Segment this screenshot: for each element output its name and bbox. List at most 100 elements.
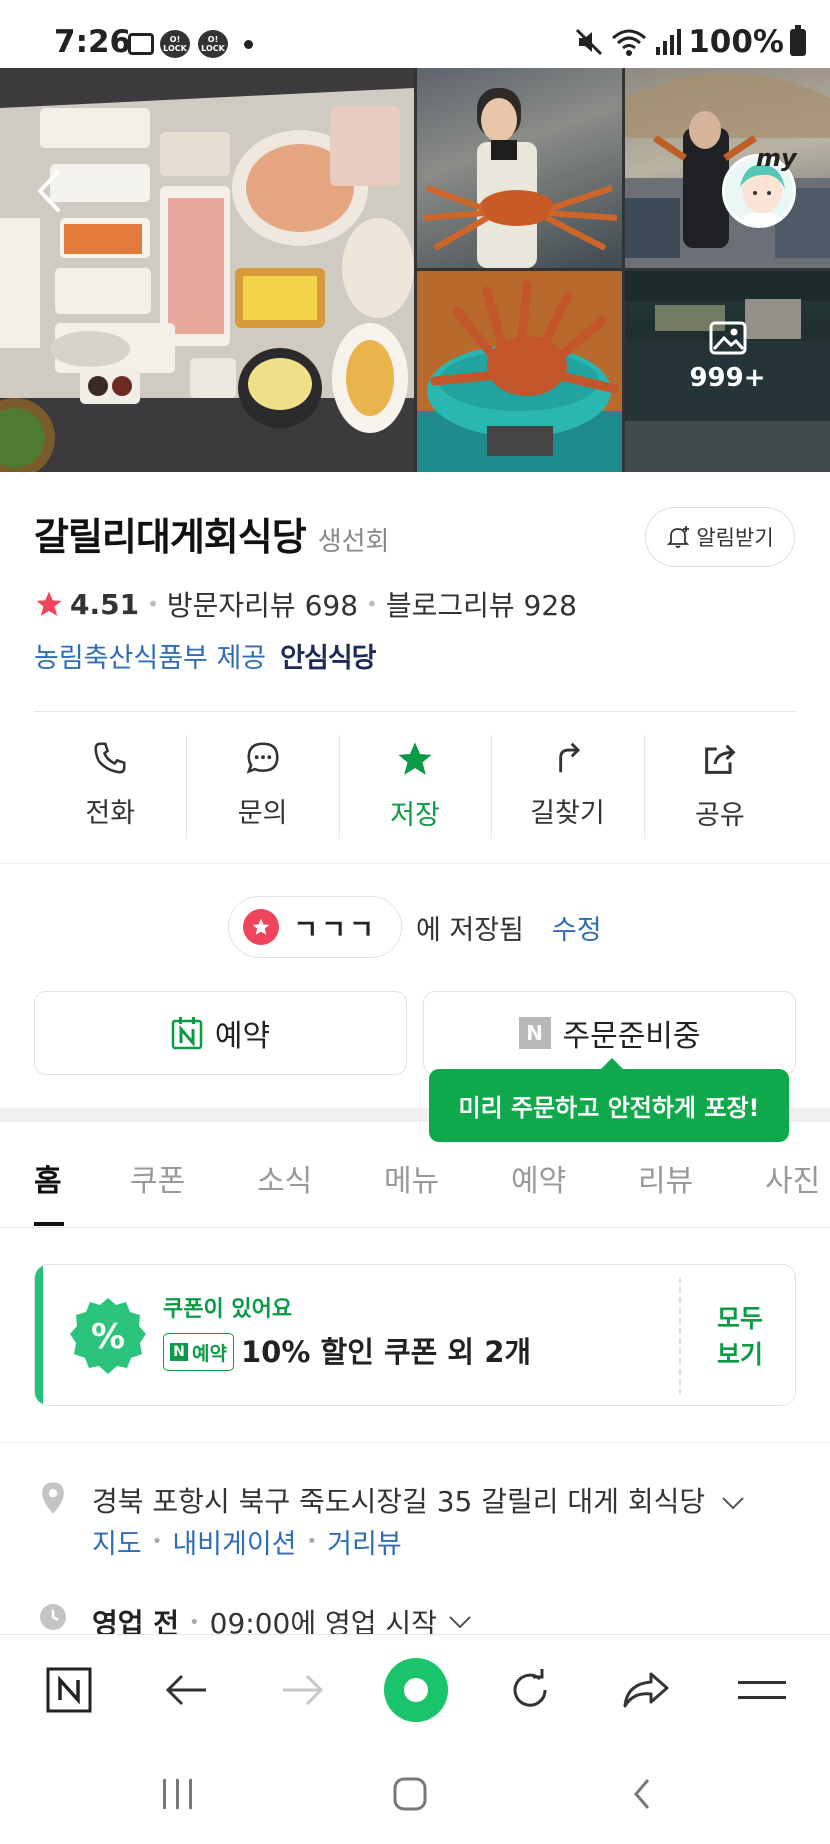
back-arrow-icon xyxy=(165,1674,206,1706)
back-chevron-icon[interactable] xyxy=(30,166,70,216)
action-bar: 전화 문의 저장 길찾기 공유 xyxy=(34,735,796,843)
save-label: 저장 xyxy=(390,800,440,831)
photo-man-with-crab[interactable] xyxy=(417,68,622,268)
menu-button[interactable] xyxy=(707,1635,817,1745)
chevron-down-icon[interactable] xyxy=(447,1613,473,1631)
system-back-button[interactable] xyxy=(587,1744,697,1844)
share-button[interactable]: 공유 xyxy=(643,735,796,843)
photo-gallery[interactable]: 999+ my xyxy=(0,68,830,472)
olock-icon: O! LOCK xyxy=(198,30,228,58)
rating-row: 4.51 • 방문자리뷰 698 • 블로그리뷰 928 xyxy=(34,584,577,624)
tab-reservation[interactable]: 예약 xyxy=(511,1156,566,1200)
refresh-button[interactable] xyxy=(475,1635,585,1745)
saved-list-row: ㄱㄱㄱ 에 저장됨 수정 xyxy=(0,896,830,958)
coupon-view-all[interactable]: 모두 보기 xyxy=(700,1301,780,1373)
naver-n-icon: N xyxy=(518,1017,551,1049)
forward-button[interactable] xyxy=(248,1635,358,1745)
green-dot-icon xyxy=(384,1658,448,1722)
order-label: 주문준비중 xyxy=(562,1019,701,1054)
tab-menu[interactable]: 메뉴 xyxy=(384,1156,439,1200)
image-icon xyxy=(709,321,746,355)
tab-bar: 홈 쿠폰 소식 메뉴 예약 리뷰 사진 xyxy=(0,1122,830,1228)
inquiry-label: 문의 xyxy=(237,798,288,829)
saved-list-chip[interactable]: ㄱㄱㄱ xyxy=(228,896,402,958)
saved-status-text: 에 저장됨 xyxy=(415,914,524,946)
recents-button[interactable] xyxy=(123,1744,233,1844)
battery-text: 100% xyxy=(688,24,784,60)
inquiry-button[interactable]: 문의 xyxy=(186,735,338,843)
save-button[interactable]: 저장 xyxy=(338,735,491,843)
bell-plus-icon xyxy=(667,526,690,548)
divider xyxy=(0,1442,830,1443)
star-icon xyxy=(398,742,432,775)
phone-icon xyxy=(94,742,126,774)
main-photo[interactable] xyxy=(0,68,414,472)
location-pin-icon xyxy=(42,1482,64,1514)
alarm-subscribe-label: 알림받기 xyxy=(696,526,774,550)
tab-photos[interactable]: 사진 xyxy=(765,1156,820,1200)
blog-reviews-link[interactable]: 블로그리뷰 928 xyxy=(386,584,577,624)
alarm-subscribe-button[interactable]: 알림받기 xyxy=(645,507,795,567)
call-label: 전화 xyxy=(85,798,136,829)
status-time: 7:26 xyxy=(54,24,132,60)
forward-arrow-icon xyxy=(283,1674,324,1706)
mute-icon xyxy=(576,28,603,56)
directions-button[interactable]: 길찾기 xyxy=(491,735,643,843)
map-link[interactable]: 지도 xyxy=(92,1522,142,1561)
photo-market-alley[interactable] xyxy=(625,68,830,268)
menu-icon xyxy=(738,1681,786,1699)
system-navigation-bar xyxy=(0,1744,830,1844)
certification-source-link[interactable]: 농림축산식품부 제공 xyxy=(34,636,266,675)
order-tooltip-text: 미리 주문하고 안전하게 포장! xyxy=(458,1094,760,1122)
naver-calendar-icon xyxy=(171,1017,203,1050)
battery-icon xyxy=(790,24,806,56)
home-button[interactable] xyxy=(355,1744,465,1844)
tab-news[interactable]: 소식 xyxy=(257,1156,312,1200)
divider xyxy=(0,863,830,864)
street-view-link[interactable]: 거리뷰 xyxy=(327,1522,402,1561)
naver-n-icon: N xyxy=(170,1343,188,1361)
coupon-title: 10% 할인 쿠폰 외 2개 xyxy=(241,1335,532,1369)
call-button[interactable]: 전화 xyxy=(34,735,186,843)
dot-icon xyxy=(244,40,253,49)
more-photos-badge[interactable]: 999+ xyxy=(625,321,830,393)
browser-toolbar xyxy=(0,1634,830,1744)
reserve-button[interactable]: 예약 xyxy=(34,991,407,1075)
discount-badge-icon: % xyxy=(70,1298,146,1374)
status-bar: 7:26 O! LOCK O! LOCK 100% xyxy=(0,0,830,68)
coupon-card[interactable]: % 쿠폰이 있어요 N 예약 10% 할인 쿠폰 외 2개 모두 보기 xyxy=(34,1264,796,1406)
active-tab-indicator xyxy=(34,1222,64,1226)
naver-home-button[interactable] xyxy=(14,1635,124,1745)
svg-text:%: % xyxy=(91,1317,125,1357)
address-links: 지도 • 내비게이션 • 거리뷰 xyxy=(92,1522,402,1561)
tab-coupon[interactable]: 쿠폰 xyxy=(130,1156,185,1200)
coupon-reserve-tag: N 예약 xyxy=(163,1333,234,1371)
divider xyxy=(34,711,796,712)
my-label: my xyxy=(756,144,797,172)
saved-edit-link[interactable]: 수정 xyxy=(552,908,602,947)
home-icon xyxy=(393,1777,427,1811)
more-photos-count: 999+ xyxy=(689,363,766,393)
chevron-down-icon[interactable] xyxy=(720,1494,746,1512)
place-category: 생선회 xyxy=(317,527,390,557)
recents-icon xyxy=(163,1779,192,1809)
photo-more[interactable]: 999+ xyxy=(625,271,830,472)
photo-king-crab[interactable] xyxy=(417,271,622,472)
chat-icon xyxy=(246,742,279,774)
place-title-row: 갈릴리대게회식당 생선회 xyxy=(34,506,389,561)
visitor-reviews-link[interactable]: 방문자리뷰 698 xyxy=(167,584,358,624)
share-page-button[interactable] xyxy=(591,1635,701,1745)
share-icon xyxy=(704,744,736,774)
navigation-link[interactable]: 내비게이션 xyxy=(172,1522,296,1561)
naver-home-icon xyxy=(46,1667,92,1713)
safe-restaurant-badge: 안심식당 xyxy=(280,643,376,674)
back-button[interactable] xyxy=(131,1635,241,1745)
coupon-subtitle: 쿠폰이 있어요 xyxy=(163,1297,293,1322)
green-dot-button[interactable] xyxy=(361,1635,471,1745)
tab-reviews[interactable]: 리뷰 xyxy=(638,1156,693,1200)
wifi-icon xyxy=(612,29,647,56)
tab-home[interactable]: 홈 xyxy=(34,1156,62,1200)
refresh-icon xyxy=(513,1669,547,1707)
signal-icon xyxy=(656,29,682,55)
address-text[interactable]: 경북 포항시 북구 죽도시장길 35 갈릴리 대게 회식당 xyxy=(92,1480,746,1520)
